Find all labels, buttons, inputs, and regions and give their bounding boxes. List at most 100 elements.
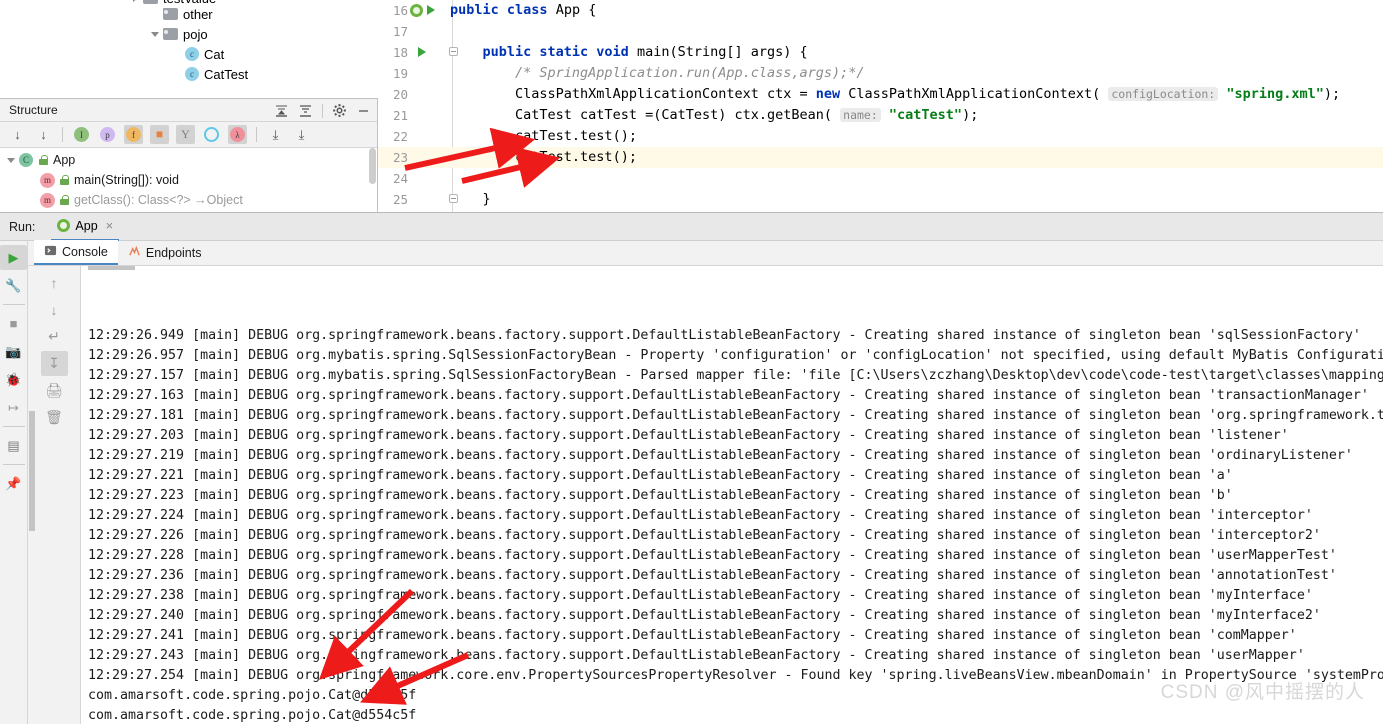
console-output[interactable]: 12:29:26.949 [main] DEBUG org.springfram… xyxy=(81,266,1383,724)
line-number: 18 xyxy=(392,45,408,60)
project-tree-item-label: pojo xyxy=(183,26,208,42)
project-tree-item-clipped[interactable] xyxy=(0,84,378,90)
run-icon[interactable] xyxy=(427,5,435,15)
gutter-marks xyxy=(410,126,446,147)
sort-alphabetically-icon[interactable]: ↓ xyxy=(34,125,53,144)
console-vertical-scrollbar[interactable] xyxy=(29,411,35,531)
editor-code-text: ClassPathXmlApplicationContext ctx = new… xyxy=(515,86,1341,102)
scroll-to-end-icon[interactable]: ↧ xyxy=(40,351,68,376)
structure-scrollbar[interactable] xyxy=(369,148,376,184)
collapse-all-icon[interactable]: ⤓ xyxy=(292,125,311,144)
editor-line[interactable]: 21 CatTest catTest =(CatTest) ctx.getBea… xyxy=(378,105,1383,126)
edit-configuration-icon[interactable]: 🔧 xyxy=(0,273,27,298)
console-log-line: 12:29:27.219 [main] DEBUG org.springfram… xyxy=(88,448,1353,463)
close-icon[interactable]: × xyxy=(106,218,114,233)
show-properties-icon[interactable]: p xyxy=(98,125,117,144)
editor-line[interactable]: 17 xyxy=(378,21,1383,42)
run-tab-label: App xyxy=(75,218,98,233)
show-interfaces-icon[interactable]: O xyxy=(202,125,221,144)
gutter-marks xyxy=(410,42,446,63)
scroll-down-icon[interactable]: ↓ xyxy=(41,297,68,322)
print-icon[interactable]: 🖨 xyxy=(41,378,68,403)
fold-marker[interactable] xyxy=(446,21,460,42)
editor-line[interactable]: 23 catTest.test(); xyxy=(378,147,1383,168)
structure-tree-item[interactable]: C App xyxy=(0,150,377,170)
project-tree[interactable]: testValueotherpojocCatcCatTest xyxy=(0,0,378,98)
console-log-line: 12:29:27.243 [main] DEBUG org.springfram… xyxy=(88,648,1305,663)
run-body: ▶ 🔧 ■ 📷 🐞 ↦ ▤ 📌 Console Endpoints ↑ ↓ ↵ ↧ 🖨 🗑 12:29:2… xyxy=(0,240,1383,724)
layout-icon[interactable]: ▤ xyxy=(0,433,27,458)
line-number: 23 xyxy=(392,150,408,165)
gutter-marks xyxy=(410,84,446,105)
debug-reattach-icon[interactable]: 🐞 xyxy=(0,367,27,392)
class-icon: c xyxy=(185,67,199,81)
console-log-line: 12:29:27.240 [main] DEBUG org.springfram… xyxy=(88,608,1321,623)
show-non-public-icon[interactable]: ■ xyxy=(150,125,169,144)
clear-all-icon[interactable]: 🗑 xyxy=(41,405,68,430)
line-number: 25 xyxy=(392,192,408,207)
fold-marker[interactable] xyxy=(446,168,460,189)
console-tab-endpoints[interactable]: Endpoints xyxy=(118,240,212,265)
hide-panel-icon[interactable] xyxy=(356,103,371,118)
settings-gear-icon[interactable] xyxy=(332,103,347,118)
collapse-all-icon[interactable] xyxy=(298,103,313,118)
editor-code-text: } xyxy=(482,191,491,207)
screenshot-icon[interactable]: 📷 xyxy=(0,339,27,364)
stop-icon[interactable]: ■ xyxy=(0,311,27,336)
public-visibility-icon xyxy=(38,154,49,166)
code-editor[interactable]: 16 public class App {17 18 public static v… xyxy=(378,0,1383,212)
console-tab-console[interactable]: Console xyxy=(34,240,118,265)
editor-line[interactable]: 18 public static void main(String[] args… xyxy=(378,42,1383,63)
show-fields-icon[interactable]: f xyxy=(124,125,143,144)
class-icon: C xyxy=(19,153,33,167)
chevron-down-icon[interactable] xyxy=(150,29,161,40)
run-tab-app[interactable]: App × xyxy=(51,213,120,241)
line-number: 24 xyxy=(392,171,408,186)
structure-tree-item[interactable]: m getClass(): Class<?> →Object xyxy=(0,190,377,210)
soft-wrap-icon[interactable]: ↵ xyxy=(41,324,68,349)
export-icon[interactable]: ↦ xyxy=(0,395,27,420)
structure-header-actions xyxy=(274,99,371,122)
class-icon: c xyxy=(185,47,199,61)
editor-line[interactable]: 24 xyxy=(378,168,1383,189)
project-tree-item[interactable]: other xyxy=(0,4,378,24)
show-non-public-icon-glyph: ■ xyxy=(155,127,164,141)
run-icon[interactable] xyxy=(418,47,426,57)
project-tree-item[interactable]: c Cat xyxy=(0,44,378,64)
project-tree-item[interactable]: c CatTest xyxy=(0,64,378,84)
scroll-up-icon[interactable]: ↑ xyxy=(41,270,68,295)
project-tree-item[interactable]: pojo xyxy=(0,24,378,44)
rerun-icon[interactable]: ▶ xyxy=(0,245,27,270)
editor-line[interactable]: 16 public class App { xyxy=(378,0,1383,21)
editor-line[interactable]: 19 /* SpringApplication.run(App.class,ar… xyxy=(378,63,1383,84)
spring-bean-icon[interactable] xyxy=(410,3,423,17)
pin-icon[interactable]: 📌 xyxy=(0,471,27,496)
gutter-marks xyxy=(410,189,446,210)
console-log-line: 12:29:27.181 [main] DEBUG org.springfram… xyxy=(88,408,1383,423)
sort-by-visibility-icon[interactable]: ↓ xyxy=(8,125,27,144)
show-inherited-icon[interactable]: I xyxy=(72,125,91,144)
show-anonymous-classes-icon[interactable]: Y xyxy=(176,125,195,144)
structure-tree-item-label: getClass(): Class<?> →Object xyxy=(74,193,243,207)
editor-line[interactable]: 20 ClassPathXmlApplicationContext ctx = … xyxy=(378,84,1383,105)
folder-icon xyxy=(163,28,178,40)
run-sidebar-toolbar: ▶ 🔧 ■ 📷 🐞 ↦ ▤ 📌 xyxy=(0,241,28,724)
console-log-line: 12:29:27.224 [main] DEBUG org.springfram… xyxy=(88,508,1313,523)
structure-tree-item[interactable]: m main(String[]): void xyxy=(0,170,377,190)
editor-line[interactable]: 25 } xyxy=(378,189,1383,210)
toolbar-divider xyxy=(2,304,25,305)
show-lambdas-icon[interactable]: λ xyxy=(228,125,247,144)
console-log-line: 12:29:27.157 [main] DEBUG org.mybatis.sp… xyxy=(88,368,1383,383)
expand-all-icon[interactable] xyxy=(274,103,289,118)
toolbar-divider xyxy=(256,127,257,142)
console-horizontal-scrollbar[interactable] xyxy=(88,266,135,270)
chevron-right-icon[interactable] xyxy=(130,0,141,4)
chevron-down-icon[interactable] xyxy=(6,155,17,166)
editor-line[interactable]: 22 catTest.test(); xyxy=(378,126,1383,147)
structure-title: Structure xyxy=(9,103,58,117)
structure-tree[interactable]: C App m main(String[]): void m getClass(): Cl… xyxy=(0,148,377,210)
expand-all-icon[interactable]: ⤓ xyxy=(266,125,285,144)
console-log-line: 12:29:27.228 [main] DEBUG org.springfram… xyxy=(88,548,1337,563)
console-log-line: 12:29:27.238 [main] DEBUG org.springfram… xyxy=(88,588,1313,603)
